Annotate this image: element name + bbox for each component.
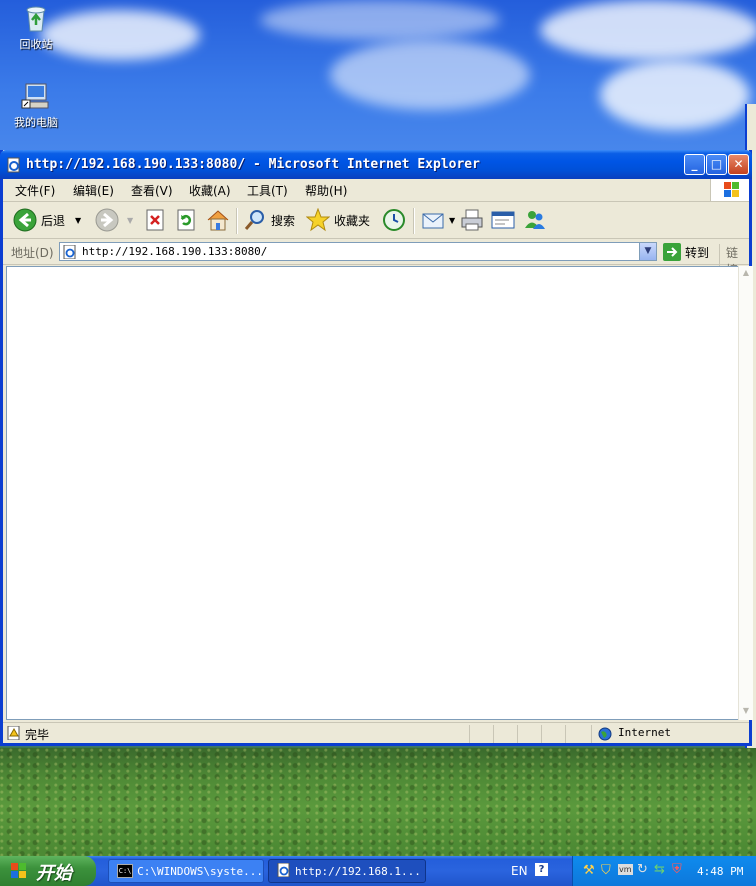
menu-favorites[interactable]: 收藏(A) <box>189 182 231 199</box>
favorites-button[interactable]: 收藏夹 <box>306 208 370 232</box>
maximize-button[interactable]: □ <box>706 154 727 175</box>
antivirus-icon[interactable]: ⛨ <box>672 862 682 877</box>
status-panel <box>565 725 592 743</box>
page-content[interactable] <box>6 266 739 720</box>
back-label: 后退 <box>41 213 66 228</box>
desktop-icon-recycle-bin[interactable]: 回收站 <box>6 2 66 52</box>
page-done-icon <box>7 725 21 743</box>
mail-icon <box>422 213 444 229</box>
status-bar: 完毕 Internet <box>3 722 749 745</box>
mail-dropdown-icon[interactable]: ▼ <box>449 216 455 225</box>
back-arrow-icon <box>13 208 37 232</box>
status-panel <box>517 725 542 743</box>
taskbar-item-label: C:\WINDOWS\syste... <box>137 864 263 878</box>
messenger-button[interactable] <box>523 208 547 232</box>
go-button[interactable]: 转到 <box>663 243 709 261</box>
edit-page-icon <box>491 211 515 229</box>
desktop-icon-my-computer[interactable]: 我的电脑 <box>6 80 66 130</box>
home-button[interactable] <box>206 208 230 232</box>
menu-bar: 文件(F) 编辑(E) 查看(V) 收藏(A) 工具(T) 帮助(H) <box>3 179 749 202</box>
edit-button[interactable] <box>491 208 515 232</box>
status-panel <box>469 725 494 743</box>
printer-icon <box>461 209 483 231</box>
taskbar-item-cmd[interactable]: C:\ C:\WINDOWS\syste... <box>108 859 264 883</box>
desktop-icon-label: 回收站 <box>19 38 53 51</box>
history-button[interactable] <box>382 208 406 232</box>
home-icon <box>207 210 229 231</box>
forward-arrow-icon <box>95 208 119 232</box>
close-button[interactable]: ✕ <box>728 154 749 175</box>
standard-toolbar: 后退 ▼ ▼ 搜索 收藏夹 ▼ <box>3 202 749 239</box>
clock[interactable]: 4:48 PM <box>697 865 743 878</box>
address-input[interactable]: http://192.168.190.133:8080/ ▼ <box>59 242 657 261</box>
stop-button[interactable] <box>144 208 166 232</box>
menu-file[interactable]: 文件(F) <box>15 182 55 199</box>
menu-tools[interactable]: 工具(T) <box>247 182 288 199</box>
scroll-down-icon[interactable]: ▼ <box>739 704 753 718</box>
start-label: 开始 <box>36 863 72 884</box>
ie-window: http://192.168.190.133:8080/ - Microsoft… <box>0 150 753 746</box>
vmware-icon[interactable]: vm <box>618 864 633 875</box>
taskbar: 开始 C:\ C:\WINDOWS\syste... http://192.16… <box>0 856 756 886</box>
search-button[interactable]: 搜索 <box>243 208 295 232</box>
recycle-bin-icon <box>20 2 52 34</box>
address-dropdown-icon[interactable]: ▼ <box>639 243 656 260</box>
forward-dropdown-icon: ▼ <box>127 215 134 225</box>
search-icon <box>244 210 264 230</box>
status-text: 完毕 <box>25 728 50 742</box>
cmd-icon: C:\ <box>117 864 134 878</box>
ie-page-icon <box>6 157 22 173</box>
start-button[interactable]: 开始 <box>0 856 96 886</box>
zone-label: Internet <box>618 726 671 739</box>
address-url: http://192.168.190.133:8080/ <box>82 245 268 258</box>
globe-icon <box>598 727 612 744</box>
refresh-button[interactable] <box>175 208 197 232</box>
window-title: http://192.168.190.133:8080/ - Microsoft… <box>26 157 480 172</box>
windows-flag-icon <box>710 179 749 201</box>
go-arrow-icon <box>663 243 681 261</box>
history-icon <box>383 209 405 231</box>
back-button[interactable]: 后退 ▼ <box>13 208 81 232</box>
refresh-icon <box>177 209 195 231</box>
menu-edit[interactable]: 编辑(E) <box>73 182 114 199</box>
windows-flag-icon <box>10 862 28 885</box>
refresh-tray-icon[interactable]: ↻ <box>637 862 648 877</box>
system-tray: ⚒ ⛉ vm ↻ ⇆ ⛨ 4:48 PM <box>572 856 756 886</box>
language-indicator[interactable]: EN <box>511 864 528 878</box>
status-panel <box>493 725 518 743</box>
stop-icon <box>146 209 164 231</box>
favorites-star-icon <box>306 208 330 232</box>
forward-button[interactable]: ▼ <box>95 208 133 232</box>
messenger-icon <box>525 211 545 229</box>
address-bar: 地址(D) http://192.168.190.133:8080/ ▼ 转到 … <box>3 239 749 278</box>
help-icon[interactable]: ? <box>535 863 548 876</box>
address-label: 地址(D) <box>11 246 54 260</box>
go-label: 转到 <box>685 245 710 260</box>
security-zone[interactable]: Internet <box>591 725 742 743</box>
toolbar-separator <box>413 208 415 234</box>
ie-page-icon <box>63 244 77 260</box>
taskbar-item-label: http://192.168.1... <box>295 864 421 878</box>
print-button[interactable] <box>460 208 484 232</box>
mail-button[interactable]: ▼ <box>421 208 455 232</box>
scroll-up-icon[interactable]: ▲ <box>739 266 753 280</box>
minimize-button[interactable]: _ <box>684 154 705 175</box>
back-dropdown-icon[interactable]: ▼ <box>75 216 81 225</box>
vertical-scrollbar[interactable]: ▲ ▼ <box>738 266 753 720</box>
security-shield-icon[interactable]: ⛉ <box>601 863 611 878</box>
toolbar-separator <box>236 208 238 234</box>
title-bar[interactable]: http://192.168.190.133:8080/ - Microsoft… <box>0 150 752 179</box>
my-computer-icon <box>20 80 52 112</box>
connection-icon[interactable]: ⇆ <box>654 862 665 877</box>
network-tools-icon[interactable]: ⚒ <box>583 863 595 878</box>
menu-help[interactable]: 帮助(H) <box>305 182 347 199</box>
favorites-label: 收藏夹 <box>334 213 371 228</box>
status-panel <box>541 725 566 743</box>
search-label: 搜索 <box>271 213 296 228</box>
menu-view[interactable]: 查看(V) <box>131 182 173 199</box>
ie-icon <box>277 862 291 880</box>
desktop-icon-label: 我的电脑 <box>14 116 58 129</box>
taskbar-item-ie[interactable]: http://192.168.1... <box>268 859 426 883</box>
